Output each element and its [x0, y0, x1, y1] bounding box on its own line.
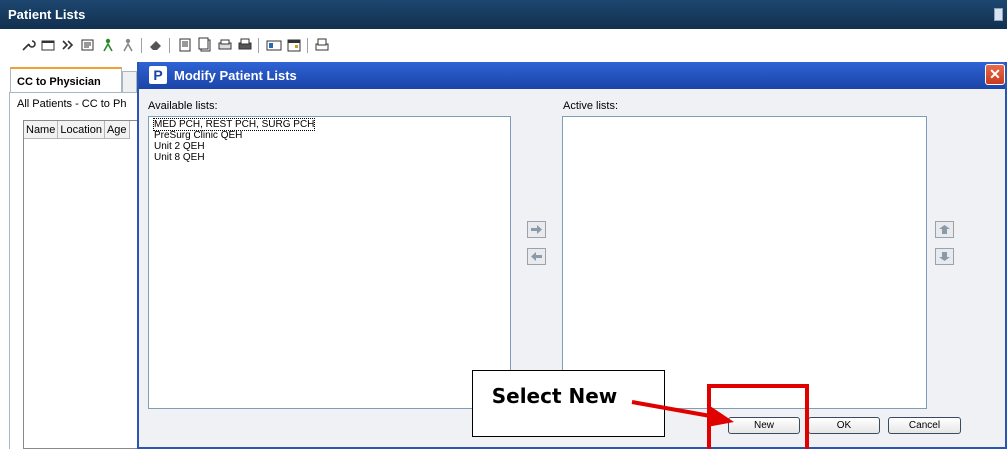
tab-cc-to-physician[interactable]: CC to Physician [10, 67, 122, 93]
eraser-icon[interactable] [148, 37, 164, 53]
active-lists-box[interactable] [562, 116, 927, 409]
person-remove-icon[interactable] [120, 37, 136, 53]
ok-button[interactable]: OK [808, 417, 880, 434]
toolbar [0, 29, 1007, 62]
app-title-bar: Patient Lists [0, 0, 1007, 29]
move-right-button[interactable] [527, 221, 546, 238]
patient-grid[interactable]: Name Location Age [23, 120, 137, 449]
arrow-right-icon [531, 225, 542, 234]
forward-icon[interactable] [60, 37, 76, 53]
column-header-age[interactable]: Age [105, 121, 130, 139]
list-item[interactable]: MED PCH, REST PCH, SURG PCH [149, 118, 510, 131]
move-down-button[interactable] [935, 248, 954, 265]
arrow-left-icon [531, 252, 542, 261]
arrow-down-icon [939, 252, 950, 261]
toolbar-separator [258, 38, 259, 53]
toolbar-separator [307, 38, 308, 53]
cancel-button[interactable]: Cancel [888, 417, 961, 434]
active-lists-label: Active lists: [563, 100, 619, 112]
window-restore-icon[interactable] [994, 8, 1003, 21]
panel-border [9, 92, 10, 449]
calendar-icon[interactable] [286, 37, 302, 53]
arrow-up-icon [939, 225, 950, 234]
column-header-name[interactable]: Name [24, 121, 59, 139]
available-lists-box[interactable]: MED PCH, REST PCH, SURG PCH PreSurg Clin… [148, 116, 511, 409]
move-left-button[interactable] [527, 248, 546, 265]
app-logo-icon: P [149, 66, 167, 84]
column-header-location[interactable]: Location [58, 121, 105, 139]
dialog-title-bar: P Modify Patient Lists ✕ [139, 62, 1005, 89]
list-item[interactable]: Unit 2 QEH [149, 141, 510, 152]
dialog-title: Modify Patient Lists [174, 68, 297, 83]
list-item[interactable]: Unit 8 QEH [149, 152, 510, 163]
instruction-text: Select New [491, 384, 618, 408]
list-name: All Patients - CC to Ph [17, 98, 127, 110]
tab-divider [9, 92, 137, 93]
toolbar-separator [169, 38, 170, 53]
highlight-rectangle [707, 384, 809, 449]
toolbar-separator [141, 38, 142, 53]
print-preview-icon[interactable] [217, 37, 233, 53]
grid-header: Name Location Age [24, 121, 130, 139]
move-up-button[interactable] [935, 221, 954, 238]
print-multi-icon[interactable] [237, 37, 253, 53]
tab-next[interactable] [122, 71, 137, 93]
list-item[interactable]: PreSurg Clinic QEH [149, 130, 510, 141]
document-icon[interactable] [177, 37, 193, 53]
card-icon[interactable] [266, 37, 282, 53]
person-add-icon[interactable] [100, 37, 116, 53]
document-copy-icon[interactable] [197, 37, 213, 53]
properties-icon[interactable] [40, 37, 56, 53]
app-title: Patient Lists [8, 7, 86, 22]
wrench-icon[interactable] [20, 37, 36, 53]
tab-label: CC to Physician [17, 76, 101, 88]
list-icon[interactable] [80, 37, 96, 53]
close-button[interactable]: ✕ [985, 64, 1005, 85]
available-lists-label: Available lists: [148, 100, 218, 112]
print-icon[interactable] [314, 37, 330, 53]
